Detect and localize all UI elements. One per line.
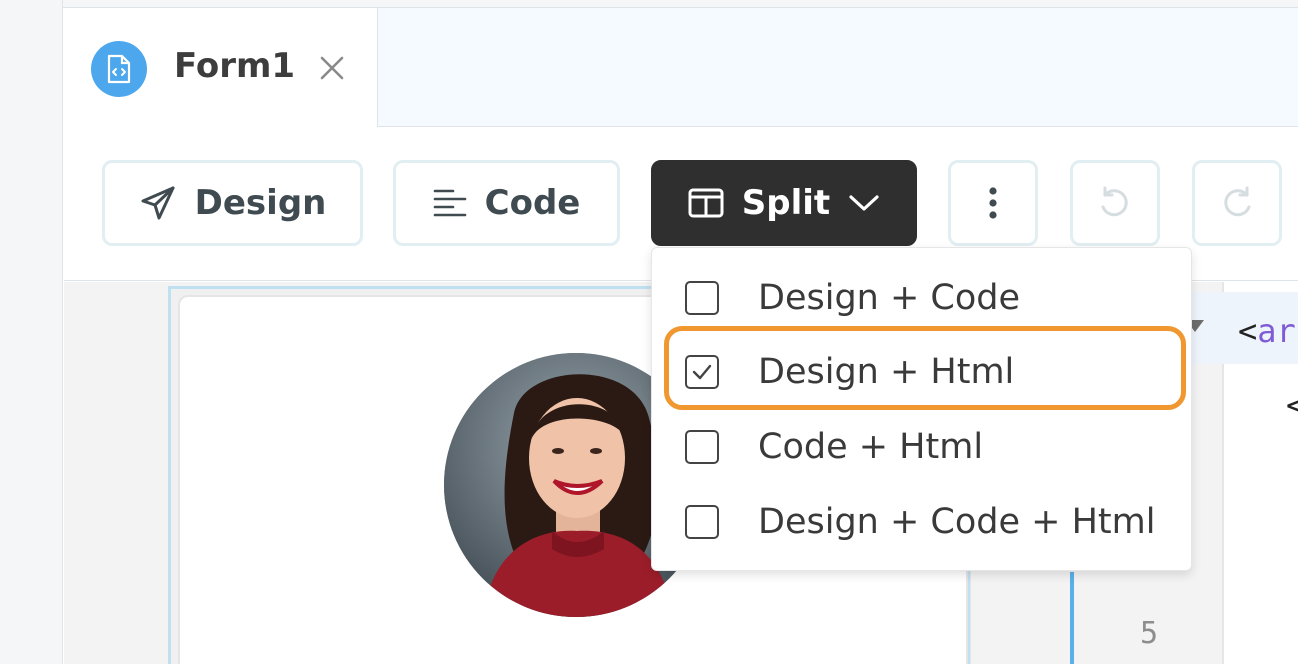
split-button-label: Split xyxy=(741,183,831,223)
checkbox-unchecked-icon[interactable] xyxy=(685,281,719,315)
more-vertical-icon xyxy=(989,187,997,219)
option-design-html[interactable]: Design + Html xyxy=(652,339,1193,405)
line-number: 5 xyxy=(1140,616,1159,651)
option-label: Code + Html xyxy=(758,427,984,467)
code-line-1: <ar xyxy=(1238,312,1296,350)
option-code-html[interactable]: Code + Html xyxy=(652,414,1193,480)
code-button-label: Code xyxy=(484,183,581,223)
code-line-2: < xyxy=(1286,386,1298,424)
code-button[interactable]: Code xyxy=(393,160,620,246)
option-design-code[interactable]: Design + Code xyxy=(652,265,1193,331)
send-icon xyxy=(141,186,175,220)
close-icon[interactable] xyxy=(314,50,350,86)
code-tag-name: ar xyxy=(1257,312,1296,350)
tab-bar: Form1 xyxy=(64,8,1298,127)
code-file-icon xyxy=(91,41,147,97)
design-button[interactable]: Design xyxy=(102,160,363,246)
option-label: Design + Code xyxy=(758,278,1021,318)
undo-icon xyxy=(1101,186,1128,217)
code-bracket: < xyxy=(1238,312,1258,350)
split-mode-dropdown: Design + Code Design + Html Code + Html … xyxy=(651,247,1192,571)
gutter-indicator xyxy=(1070,572,1074,664)
tab-label: Form1 xyxy=(174,46,296,86)
checkbox-unchecked-icon[interactable] xyxy=(685,430,719,464)
redo-button[interactable] xyxy=(1192,160,1282,246)
left-gutter xyxy=(0,0,63,664)
checkbox-unchecked-icon[interactable] xyxy=(685,505,719,539)
top-strip xyxy=(63,0,1298,8)
redo-icon xyxy=(1224,186,1251,217)
align-left-icon xyxy=(433,189,466,217)
undo-button[interactable] xyxy=(1070,160,1160,246)
tab-form1[interactable]: Form1 xyxy=(64,8,378,127)
split-layout-icon xyxy=(688,188,724,218)
checkbox-checked-icon[interactable] xyxy=(685,355,719,389)
option-design-code-html[interactable]: Design + Code + Html xyxy=(652,489,1193,555)
design-button-label: Design xyxy=(194,183,327,223)
split-button[interactable]: Split xyxy=(651,160,917,246)
option-label: Design + Html xyxy=(758,352,1015,392)
chevron-down-icon xyxy=(849,195,879,211)
more-options-button[interactable] xyxy=(948,160,1038,246)
option-label: Design + Code + Html xyxy=(758,502,1156,542)
